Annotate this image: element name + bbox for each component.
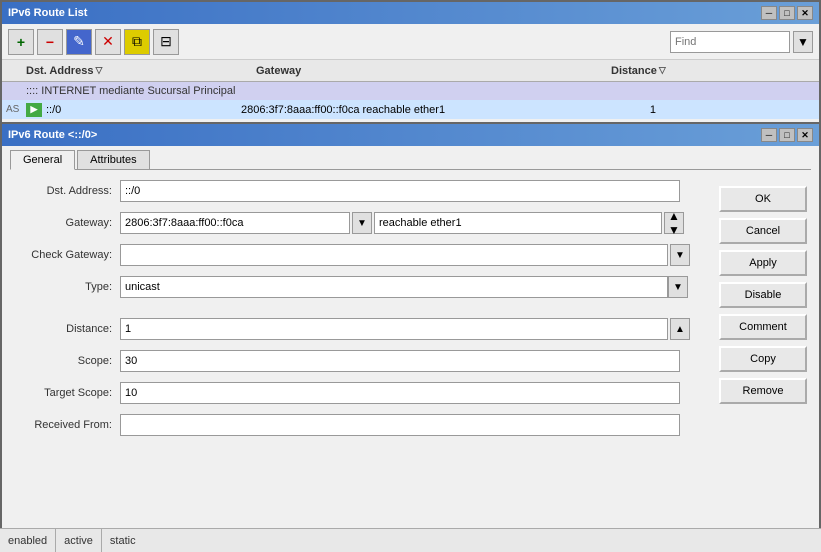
copy-button[interactable]: Copy xyxy=(719,346,807,372)
status-static: static xyxy=(102,529,144,552)
toolbar: + − ✎ ✕ ⧉ ⊟ ▼ xyxy=(2,24,819,60)
gateway2-dropdown-button[interactable]: ▲▼ xyxy=(664,212,684,234)
gateway-input2[interactable] xyxy=(374,212,662,234)
outer-window: IPv6 Route List ─ □ ✕ + − ✎ ✕ ⧉ ⊟ ▼ Dst.… xyxy=(0,0,821,130)
dst-address-label: Dst. Address: xyxy=(10,185,120,197)
type-input[interactable] xyxy=(120,276,668,298)
status-enabled: enabled xyxy=(0,529,56,552)
row-active-indicator: ▶ xyxy=(26,103,42,117)
outer-window-controls: ─ □ ✕ xyxy=(761,6,813,20)
scope-input[interactable] xyxy=(120,350,680,372)
check-gateway-row: Check Gateway: ▼ xyxy=(10,242,703,268)
inner-close-button[interactable]: ✕ xyxy=(797,128,813,142)
distance-row: Distance: ▲ xyxy=(10,316,703,342)
gateway-row: Gateway: ▼ ▲▼ xyxy=(10,210,703,236)
status-active: active xyxy=(56,529,102,552)
gateway-inputs: ▼ ▲▼ xyxy=(120,212,684,234)
button-panel: OK Cancel Apply Disable Comment Copy Rem… xyxy=(711,178,811,444)
check-gateway-inputs: ▼ xyxy=(120,244,690,266)
type-dropdown-button[interactable]: ▼ xyxy=(668,276,688,298)
tab-bar: General Attributes xyxy=(2,146,819,169)
target-scope-input[interactable] xyxy=(120,382,680,404)
type-inputs: ▼ xyxy=(120,276,688,298)
inner-title: IPv6 Route <::/0> xyxy=(8,129,97,141)
check-gateway-dropdown-button[interactable]: ▼ xyxy=(670,244,690,266)
cancel-edit-button[interactable]: ✕ xyxy=(95,29,121,55)
row-dst: ::/0 xyxy=(46,104,241,116)
tab-general[interactable]: General xyxy=(10,150,75,170)
cancel-button[interactable]: Cancel xyxy=(719,218,807,244)
col-header-dist[interactable]: Distance ▽ xyxy=(611,65,711,77)
table-header: Dst. Address ▽ Gateway Distance ▽ xyxy=(2,60,819,82)
table-row[interactable]: AS ▶ ::/0 2806:3f7:8aaa:ff00::f0ca reach… xyxy=(2,100,819,120)
inner-window: IPv6 Route <::/0> ─ □ ✕ General Attribut… xyxy=(0,122,821,552)
dist-sort-icon: ▽ xyxy=(659,65,666,76)
form-divider xyxy=(10,306,703,316)
scope-label: Scope: xyxy=(10,355,120,367)
row-type: AS xyxy=(6,104,26,115)
row-gw: 2806:3f7:8aaa:ff00::f0ca reachable ether… xyxy=(241,104,596,116)
table-group-row: :::: INTERNET mediante Sucursal Principa… xyxy=(2,82,819,100)
apply-button[interactable]: Apply xyxy=(719,250,807,276)
inner-titlebar: IPv6 Route <::/0> ─ □ ✕ xyxy=(2,124,819,146)
received-from-row: Received From: xyxy=(10,412,703,438)
search-dropdown-button[interactable]: ▼ xyxy=(793,31,813,53)
distance-label: Distance: xyxy=(10,323,120,335)
type-label: Type: xyxy=(10,281,120,293)
inner-minimize-button[interactable]: ─ xyxy=(761,128,777,142)
row-dist: 1 xyxy=(596,104,656,116)
gateway-input1[interactable] xyxy=(120,212,350,234)
target-scope-label: Target Scope: xyxy=(10,387,120,399)
outer-title: IPv6 Route List xyxy=(8,7,87,19)
add-button[interactable]: + xyxy=(8,29,34,55)
table-body: :::: INTERNET mediante Sucursal Principa… xyxy=(2,82,819,120)
dst-sort-icon: ▽ xyxy=(95,65,102,76)
col-header-dst[interactable]: Dst. Address ▽ xyxy=(26,65,256,77)
inner-window-controls: ─ □ ✕ xyxy=(761,128,813,142)
filter-button[interactable]: ⊟ xyxy=(153,29,179,55)
dst-address-row: Dst. Address: xyxy=(10,178,703,204)
form-fields: Dst. Address: Gateway: ▼ ▲▼ Check Gatewa… xyxy=(10,178,703,444)
outer-titlebar: IPv6 Route List ─ □ ✕ xyxy=(2,2,819,24)
dst-address-input[interactable] xyxy=(120,180,680,202)
form-area: Dst. Address: Gateway: ▼ ▲▼ Check Gatewa… xyxy=(2,170,819,452)
outer-close-button[interactable]: ✕ xyxy=(797,6,813,20)
distance-inputs: ▲ xyxy=(120,318,690,340)
inner-maximize-button[interactable]: □ xyxy=(779,128,795,142)
received-from-input[interactable] xyxy=(120,414,680,436)
check-gateway-input[interactable] xyxy=(120,244,668,266)
tab-attributes[interactable]: Attributes xyxy=(77,150,149,169)
distance-up-button[interactable]: ▲ xyxy=(670,318,690,340)
type-row: Type: ▼ xyxy=(10,274,703,300)
gateway-label: Gateway: xyxy=(10,217,120,229)
outer-minimize-button[interactable]: ─ xyxy=(761,6,777,20)
received-from-label: Received From: xyxy=(10,419,120,431)
search-input[interactable] xyxy=(670,31,790,53)
gateway1-dropdown-button[interactable]: ▼ xyxy=(352,212,372,234)
scope-row: Scope: xyxy=(10,348,703,374)
disable-button[interactable]: Disable xyxy=(719,282,807,308)
edit-button[interactable]: ✎ xyxy=(66,29,92,55)
status-bar: enabled active static xyxy=(0,528,821,552)
remove-button[interactable]: Remove xyxy=(719,378,807,404)
distance-input[interactable] xyxy=(120,318,668,340)
target-scope-row: Target Scope: xyxy=(10,380,703,406)
col-header-gw[interactable]: Gateway xyxy=(256,65,611,77)
comment-button[interactable]: Comment xyxy=(719,314,807,340)
outer-maximize-button[interactable]: □ xyxy=(779,6,795,20)
remove-button[interactable]: − xyxy=(37,29,63,55)
ok-button[interactable]: OK xyxy=(719,186,807,212)
check-gateway-label: Check Gateway: xyxy=(10,249,120,261)
copy-toolbar-button[interactable]: ⧉ xyxy=(124,29,150,55)
